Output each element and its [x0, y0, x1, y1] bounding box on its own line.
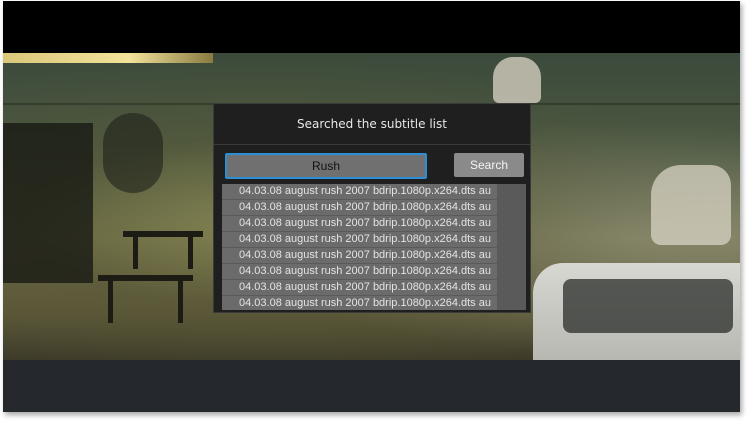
ceiling-lamp [3, 53, 213, 63]
subtitle-results-list[interactable]: 04.03.08 august rush 2007 bdrip.1080p.x2… [222, 184, 526, 310]
subtitle-result-item[interactable]: 04.03.08 august rush 2007 bdrip.1080p.x2… [222, 184, 497, 199]
worker-figure [493, 57, 541, 103]
sawhorse-leg [188, 231, 193, 269]
dialog-title: Searched the subtitle list [214, 104, 530, 145]
letterbox-top [3, 1, 740, 53]
shelf-shadow [3, 123, 93, 283]
worker-figure [651, 165, 731, 245]
subtitle-search-dialog: Searched the subtitle list Search 04.03.… [213, 103, 531, 313]
equipment-shadow [103, 113, 163, 193]
subtitle-result-item[interactable]: 04.03.08 august rush 2007 bdrip.1080p.x2… [222, 232, 497, 247]
subtitle-result-item[interactable]: 04.03.08 august rush 2007 bdrip.1080p.x2… [222, 200, 497, 215]
subtitle-result-item[interactable]: 04.03.08 august rush 2007 bdrip.1080p.x2… [222, 264, 497, 279]
search-input[interactable] [225, 153, 427, 179]
sawhorse-leg [178, 275, 183, 323]
search-button[interactable]: Search [454, 153, 524, 177]
race-car-cockpit [563, 279, 733, 333]
subtitle-result-item[interactable]: 04.03.08 august rush 2007 bdrip.1080p.x2… [222, 296, 497, 310]
video-player: Searched the subtitle list Search 04.03.… [3, 1, 740, 412]
sawhorse-leg [133, 231, 138, 269]
subtitle-result-item[interactable]: 04.03.08 august rush 2007 bdrip.1080p.x2… [222, 280, 497, 295]
subtitle-result-item[interactable]: 04.03.08 august rush 2007 bdrip.1080p.x2… [222, 248, 497, 263]
sawhorse-leg [108, 275, 113, 323]
subtitle-result-item[interactable]: 04.03.08 august rush 2007 bdrip.1080p.x2… [222, 216, 497, 231]
control-bar[interactable] [3, 360, 740, 412]
